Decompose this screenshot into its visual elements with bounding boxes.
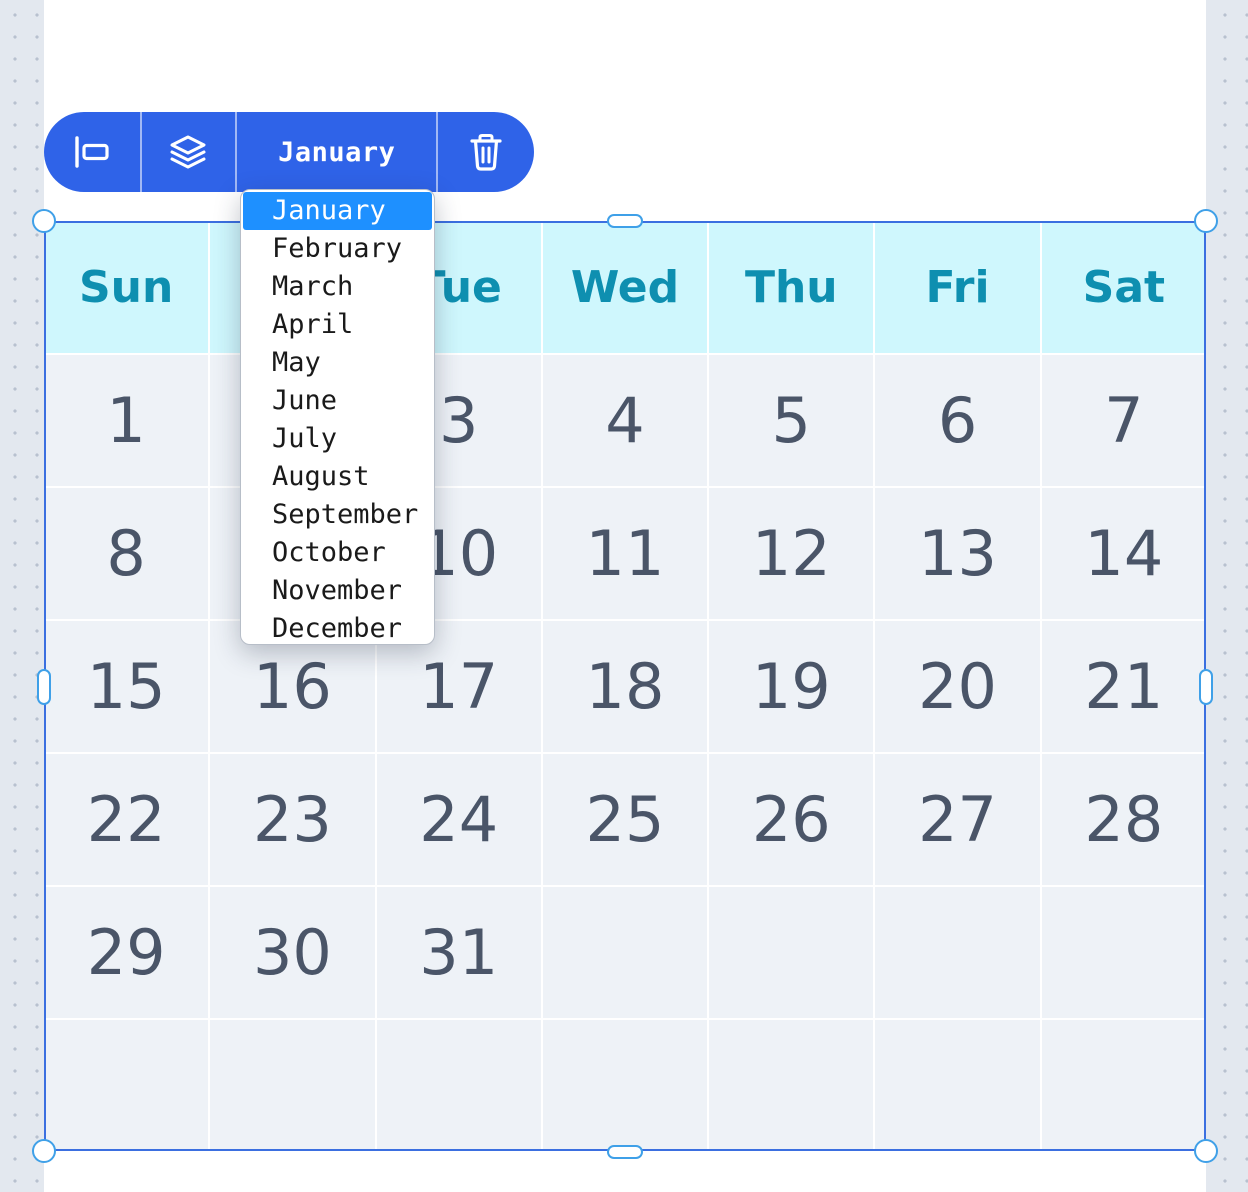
month-option[interactable]: June <box>241 382 434 420</box>
resize-handle-bottom[interactable] <box>607 1145 643 1159</box>
element-toolbar: January <box>44 112 534 192</box>
day-cell: 11 <box>542 488 708 619</box>
day-cell <box>376 1020 541 1151</box>
day-cell: 24 <box>376 754 541 885</box>
resize-handle-bottom-left[interactable] <box>32 1139 56 1163</box>
day-cell <box>875 887 1040 1018</box>
resize-handle-right[interactable] <box>1199 669 1213 705</box>
weekday-header: Sat <box>1041 221 1206 353</box>
day-cell: 8 <box>44 488 209 619</box>
month-option[interactable]: March <box>241 268 434 306</box>
day-cell: 25 <box>542 754 708 885</box>
day-cell <box>542 1020 708 1151</box>
resize-handle-bottom-right[interactable] <box>1194 1139 1218 1163</box>
day-cell: 30 <box>210 887 375 1018</box>
day-cell <box>210 1020 375 1151</box>
day-cell <box>1041 1020 1206 1151</box>
day-cell <box>44 1020 209 1151</box>
layers-button[interactable] <box>142 112 236 192</box>
month-option[interactable]: February <box>241 230 434 268</box>
day-cell: 7 <box>1041 355 1206 486</box>
day-cell <box>875 1020 1040 1151</box>
resize-handle-top-left[interactable] <box>32 209 56 233</box>
day-cell <box>709 1020 874 1151</box>
calendar-grid[interactable]: Sun Mon Tue Wed Thu Fri Sat 1 2 3 4 5 6 … <box>44 221 1206 1151</box>
resize-handle-left[interactable] <box>37 669 51 705</box>
day-cell: 28 <box>1041 754 1206 885</box>
weekday-header: Fri <box>875 221 1040 353</box>
weekday-header: Thu <box>709 221 874 353</box>
align-button[interactable] <box>44 112 140 192</box>
resize-handle-top-right[interactable] <box>1194 209 1218 233</box>
trash-icon <box>470 134 502 171</box>
day-cell: 23 <box>210 754 375 885</box>
day-cell: 12 <box>709 488 874 619</box>
day-cell: 4 <box>542 355 708 486</box>
month-option[interactable]: July <box>241 420 434 458</box>
day-cell <box>709 887 874 1018</box>
day-cell: 18 <box>542 621 708 752</box>
day-cell: 14 <box>1041 488 1206 619</box>
day-cell <box>542 887 708 1018</box>
weekday-header: Wed <box>542 221 708 353</box>
day-cell: 15 <box>44 621 209 752</box>
month-dropdown-list: January February March April May June Ju… <box>240 189 435 645</box>
align-left-icon <box>75 136 109 168</box>
layers-icon <box>170 135 206 169</box>
weekday-header: Sun <box>44 221 209 353</box>
day-cell: 19 <box>709 621 874 752</box>
month-option[interactable]: November <box>241 572 434 610</box>
month-option[interactable]: September <box>241 496 434 534</box>
month-option[interactable]: August <box>241 458 434 496</box>
resize-handle-top[interactable] <box>607 214 643 228</box>
month-option[interactable]: December <box>241 610 434 648</box>
delete-button[interactable] <box>438 112 534 192</box>
month-option[interactable]: April <box>241 306 434 344</box>
day-cell: 22 <box>44 754 209 885</box>
day-cell: 31 <box>376 887 541 1018</box>
day-cell: 21 <box>1041 621 1206 752</box>
day-cell: 5 <box>709 355 874 486</box>
day-cell: 13 <box>875 488 1040 619</box>
month-option[interactable]: October <box>241 534 434 572</box>
day-cell <box>1041 887 1206 1018</box>
day-cell: 6 <box>875 355 1040 486</box>
day-cell: 29 <box>44 887 209 1018</box>
day-cell: 27 <box>875 754 1040 885</box>
day-cell: 26 <box>709 754 874 885</box>
month-select[interactable]: January <box>237 112 436 192</box>
month-option[interactable]: May <box>241 344 434 382</box>
month-option[interactable]: January <box>243 192 432 230</box>
day-cell: 1 <box>44 355 209 486</box>
day-cell: 20 <box>875 621 1040 752</box>
